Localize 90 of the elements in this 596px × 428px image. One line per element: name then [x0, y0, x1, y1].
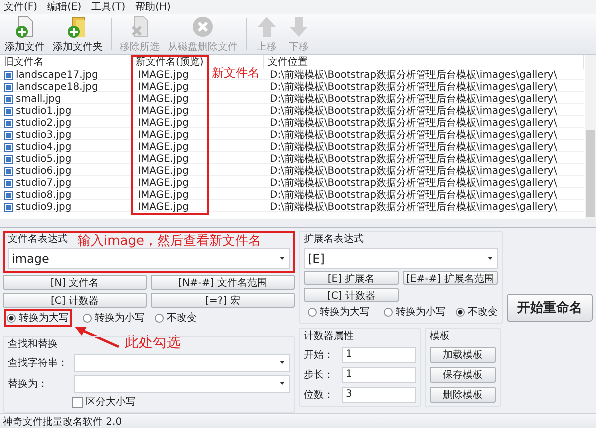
table-cell-text: IMAGE.jpg — [137, 130, 189, 140]
annotation-box — [4, 309, 72, 327]
expression-field[interactable]: image — [8, 248, 290, 269]
file-name: studio8.jpg — [16, 190, 72, 200]
file-name: studio2.jpg — [16, 118, 72, 128]
radio-option[interactable]: 转换为大写 — [7, 311, 69, 325]
file-name: studio5.jpg — [16, 154, 72, 164]
group-label: 模板 — [430, 331, 450, 343]
field-label: 位数： — [304, 389, 335, 402]
insert-button[interactable]: [C] 计数器 — [304, 288, 399, 302]
table-cell-text: IMAGE.jpg — [137, 190, 189, 200]
insert-button[interactable]: [C] 计数器 — [3, 293, 147, 308]
file-name: studio3.jpg — [16, 130, 72, 140]
template-button[interactable]: 加载模板 — [430, 347, 496, 363]
menu-item[interactable]: 编辑(E) — [48, 0, 82, 14]
template-button[interactable]: 保存模板 — [430, 367, 496, 383]
group-label: 文件名表达式 — [8, 234, 68, 246]
radio-option[interactable]: 转换为大写 — [308, 305, 370, 319]
table-cell-text: D:\前端模板\Bootstrap数据分析管理后台模板\images\gallery\ — [269, 128, 558, 142]
start-rename-button[interactable]: 开始重命名 — [507, 294, 593, 322]
extension-field[interactable]: [E] — [304, 248, 498, 269]
file-name: studio1.jpg — [16, 106, 72, 116]
file-name: small.jpg — [16, 94, 62, 104]
menu-item[interactable]: 帮助(H) — [136, 0, 171, 14]
file-name: studio9.jpg — [16, 202, 72, 212]
dropdown-icon — [280, 361, 285, 364]
table-cell-text: IMAGE.jpg — [137, 118, 189, 128]
toolbar-button[interactable]: 添加文件夹 — [50, 14, 106, 54]
annotation-arrow — [73, 325, 121, 349]
insert-button[interactable]: [N#-#] 文件名范围 — [151, 275, 295, 290]
table-cell-text: D:\前端模板\Bootstrap数据分析管理后台模板\images\gallery\ — [269, 116, 558, 130]
number-field[interactable]: 1 — [342, 367, 416, 383]
replace-field[interactable] — [74, 374, 290, 392]
group-label: 查找和替换 — [8, 339, 58, 351]
radio-option[interactable]: 不改变 — [155, 311, 197, 325]
table-cell-text: D:\前端模板\Bootstrap数据分析管理后台模板\images\gallery\ — [269, 200, 558, 214]
field-label: 替换为： — [8, 378, 49, 390]
insert-button[interactable]: [E] 扩展名 — [304, 271, 399, 285]
scrollbar[interactable] — [585, 55, 596, 219]
table-cell-text: IMAGE.jpg — [137, 202, 189, 212]
table-cell-text: IMAGE.jpg — [137, 82, 189, 92]
file-name: studio6.jpg — [16, 166, 72, 176]
field-label: 开始： — [304, 349, 335, 362]
table-cell-text: IMAGE.jpg — [137, 106, 189, 116]
group-label: 扩展名表达式 — [304, 234, 364, 246]
status-bar: 神奇文件批量改名软件 2.0 — [0, 413, 596, 428]
find-field[interactable] — [74, 354, 290, 372]
number-field[interactable]: 3 — [342, 387, 416, 403]
toolbar-button[interactable]: 添加文件 — [2, 14, 48, 54]
table-cell-text: D:\前端模板\Bootstrap数据分析管理后台模板\images\gallery\ — [269, 140, 558, 154]
dropdown-icon — [280, 382, 285, 385]
table-cell-text: IMAGE.jpg — [137, 142, 189, 152]
table-cell-text: D:\前端模板\Bootstrap数据分析管理后台模板\images\gallery\ — [269, 68, 558, 82]
table-cell-text: IMAGE.jpg — [137, 178, 189, 188]
delete-icon — [191, 14, 215, 38]
table-cell-text: IMAGE.jpg — [137, 166, 189, 176]
file-name: landscape18.jpg — [16, 82, 98, 92]
column-header[interactable]: 文件位置 — [264, 55, 584, 69]
group-label: 计数器属性 — [304, 331, 354, 343]
insert-button[interactable]: [N] 文件名 — [3, 275, 147, 290]
table-cell-text: D:\前端模板\Bootstrap数据分析管理后台模板\images\gallery\ — [269, 104, 558, 118]
file-name: studio7.jpg — [16, 178, 72, 188]
dropdown-icon — [280, 257, 285, 260]
case-checkbox[interactable]: 区分大小写 — [8, 395, 290, 409]
table-cell-text: D:\前端模板\Bootstrap数据分析管理后台模板\images\gallery\ — [269, 92, 558, 106]
table-cell-text: IMAGE.jpg — [137, 70, 189, 80]
table-cell-text: IMAGE.jpg — [137, 154, 189, 164]
radio-option[interactable]: 转换为小写 — [384, 305, 446, 319]
radio-option[interactable]: 转换为小写 — [83, 311, 145, 325]
table-cell-text: D:\前端模板\Bootstrap数据分析管理后台模板\images\gallery\ — [269, 164, 558, 178]
field-label: 步长： — [304, 368, 335, 382]
file-name: landscape17.jpg — [16, 70, 98, 80]
insert-button[interactable]: [E#-#] 扩展名范围 — [403, 271, 498, 285]
table-cell-text: D:\前端模板\Bootstrap数据分析管理后台模板\images\gallery\ — [269, 188, 558, 202]
annotation-text: 输入image，然后查看新文件名 — [78, 233, 262, 250]
table-cell-text: D:\前端模板\Bootstrap数据分析管理后台模板\images\gallery\ — [269, 80, 558, 94]
insert-button[interactable]: [=?] 宏 — [151, 293, 295, 308]
table-cell-text: IMAGE.jpg — [137, 94, 189, 104]
table-cell-text: D:\前端模板\Bootstrap数据分析管理后台模板\images\gallery\ — [269, 176, 558, 190]
template-button[interactable]: 删除模板 — [430, 387, 496, 403]
scrollbar[interactable] — [0, 219, 596, 227]
field-label: 查找字符串： — [8, 356, 69, 370]
table-cell-text: D:\前端模板\Bootstrap数据分析管理后台模板\images\gallery\ — [269, 152, 558, 166]
file-name: studio4.jpg — [16, 142, 72, 152]
column-header[interactable]: 旧文件名 — [0, 55, 132, 69]
menu-item[interactable]: 工具(T) — [92, 0, 126, 14]
dropdown-icon — [488, 257, 493, 260]
menu-item[interactable]: 文件(F) — [4, 0, 38, 14]
number-field[interactable]: 1 — [342, 347, 416, 363]
radio-option[interactable]: 不改变 — [456, 305, 498, 319]
